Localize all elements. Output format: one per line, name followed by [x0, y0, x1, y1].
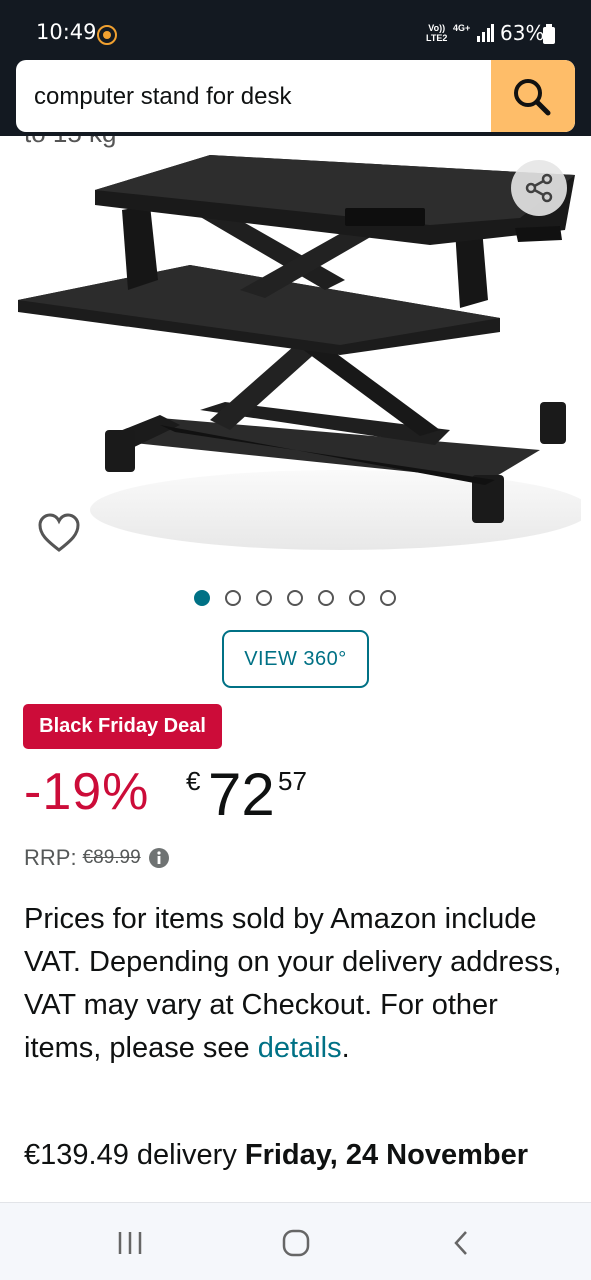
share-button[interactable] [511, 160, 567, 216]
search-icon [514, 79, 551, 116]
status-bar: 10:49 Vo)) LTE2 4G+ 63% [0, 0, 591, 56]
price-fraction: 57 [278, 766, 307, 796]
search-field[interactable]: computer stand for desk [16, 60, 575, 132]
price-currency: € [186, 766, 201, 796]
delivery-date: Friday, 24 November [244, 1139, 529, 1171]
rrp-value: €89.99 [82, 847, 141, 868]
carousel-dot[interactable] [194, 590, 210, 606]
volte-indicator: Vo)) LTE2 [426, 23, 448, 43]
status-time: 10:49 [36, 20, 97, 44]
info-icon[interactable] [148, 848, 169, 868]
rrp: RRP: €89.99 [24, 845, 169, 871]
search-input[interactable]: computer stand for desk [34, 83, 291, 111]
view-360-button[interactable]: VIEW 360° [222, 630, 369, 688]
system-nav-bar [0, 1202, 591, 1280]
home-icon[interactable] [282, 1229, 310, 1257]
search-button[interactable] [491, 60, 575, 132]
signal-icon [477, 24, 494, 42]
deal-badge: Black Friday Deal [23, 704, 222, 749]
image-carousel-dots [194, 590, 396, 606]
recent-apps-icon[interactable] [114, 1229, 146, 1257]
details-link[interactable]: details [258, 1032, 342, 1064]
carousel-dot[interactable] [256, 590, 272, 606]
discount-percent: -19% [24, 763, 150, 821]
carousel-dot[interactable] [349, 590, 365, 606]
search-header: computer stand for desk [0, 56, 591, 136]
carousel-dot[interactable] [225, 590, 241, 606]
screen-record-icon [97, 25, 117, 45]
share-icon [525, 173, 553, 203]
battery-icon [543, 24, 555, 44]
back-icon[interactable] [450, 1229, 474, 1257]
battery-percent: 63% [500, 21, 545, 45]
network-type: 4G+ [453, 23, 471, 33]
delivery-info: €139.49 delivery Friday, 24 November [24, 1139, 529, 1171]
price-whole: 72 [208, 761, 275, 828]
vat-notice: Prices for items sold by Amazon include … [24, 903, 562, 1064]
carousel-dot[interactable] [318, 590, 334, 606]
heart-icon[interactable] [36, 510, 82, 556]
carousel-dot[interactable] [287, 590, 303, 606]
rrp-label: RRP: [24, 845, 77, 870]
carousel-dot[interactable] [380, 590, 396, 606]
product-image[interactable] [10, 140, 581, 560]
